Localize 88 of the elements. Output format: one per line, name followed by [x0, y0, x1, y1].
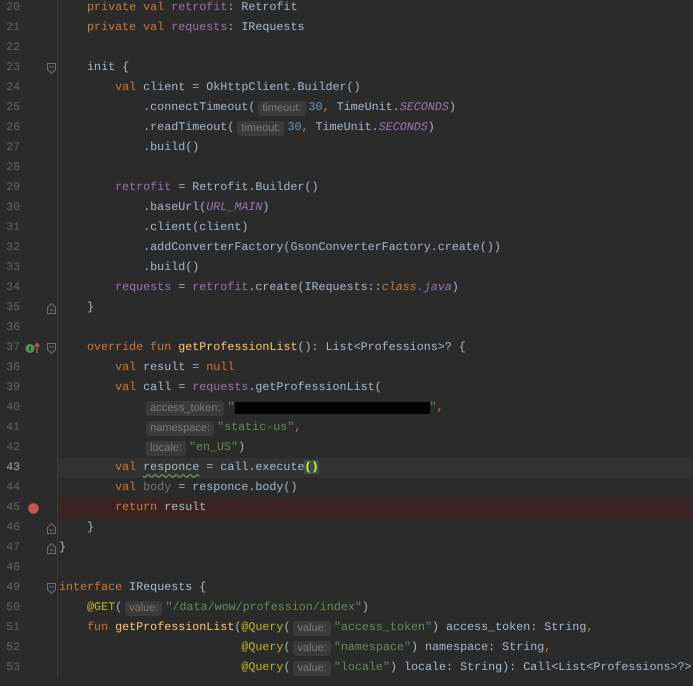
- code-text: "en_US"): [188, 439, 246, 456]
- line-number: 36: [5, 320, 20, 336]
- code-text: private val requests: IRequests: [87, 19, 304, 36]
- line-number: 26: [5, 120, 20, 136]
- parameter-hint: value:: [293, 640, 331, 656]
- breakpoint-icon[interactable]: [28, 502, 38, 514]
- code-text: .baseUrl(URL_MAIN): [143, 199, 270, 216]
- code-text: override fun getProfessionList(): List<Professions>? {: [87, 339, 466, 356]
- code-text: requests = retrofit.create(IRequests::class.java): [115, 279, 459, 296]
- line-number: 53: [5, 660, 20, 676]
- code-text: val result = null: [115, 359, 234, 376]
- code-text: ",: [430, 399, 444, 416]
- line-number: 31: [5, 220, 20, 236]
- code-text: val client = OkHttpClient.Builder(): [115, 79, 361, 96]
- line-number: 45: [5, 500, 20, 516]
- line-number: 43: [5, 460, 20, 476]
- code-text: "static-us",: [217, 419, 302, 436]
- line-number: 47: [5, 540, 20, 556]
- circle-arrow-icon[interactable]: [25, 342, 41, 354]
- code-text: retrofit = Retrofit.Builder(): [115, 179, 318, 196]
- fold-icon[interactable]: [47, 582, 56, 594]
- code-text: val responce = call.execute(): [115, 459, 319, 476]
- line-number: 46: [5, 520, 20, 536]
- code-text: "locale") locale: String): Call<List<Professions>?>: [334, 659, 692, 676]
- parameter-hint: timeout:: [258, 100, 306, 116]
- code-text: .build(): [143, 139, 200, 156]
- code-text: @GET(: [87, 599, 122, 616]
- code-text: private val retrofit: Retrofit: [87, 0, 298, 16]
- line-number: 44: [5, 480, 20, 496]
- line-number: 39: [5, 380, 20, 396]
- fold-icon[interactable]: [47, 522, 56, 534]
- line-number: 42: [5, 440, 20, 456]
- code-text: "namespace") namespace: String,: [334, 639, 552, 656]
- code-text: return result: [115, 499, 206, 516]
- line-number: 37: [5, 340, 20, 356]
- fold-icon[interactable]: [47, 302, 56, 314]
- line-number: 29: [5, 180, 20, 196]
- line-number: 50: [5, 600, 20, 616]
- line-number: 48: [5, 560, 20, 576]
- line-number: 28: [5, 160, 20, 176]
- line-number: 27: [5, 140, 20, 156]
- code-text: .readTimeout(: [143, 119, 234, 136]
- line-number: 25: [5, 100, 20, 116]
- parameter-hint: value:: [293, 620, 331, 636]
- code-text: }: [87, 519, 94, 536]
- code-text: .connectTimeout(: [143, 99, 256, 116]
- parameter-hint: value:: [125, 600, 162, 616]
- code-text: 30, TimeUnit.SECONDS): [308, 99, 456, 116]
- line-number: 21: [5, 20, 20, 36]
- line-number: 20: [5, 0, 20, 16]
- code-text: .client(client): [143, 219, 248, 236]
- code-text: fun getProfessionList(@Query(: [87, 619, 290, 636]
- code-text: val call = requests.getProfessionList(: [115, 379, 382, 396]
- code-text: .build(): [143, 259, 200, 276]
- parameter-hint: value:: [293, 660, 331, 676]
- line-number: 51: [5, 620, 20, 636]
- line-number: 38: [5, 360, 20, 376]
- code-text: "access_token") access_token: String,: [334, 619, 594, 636]
- line-number: 30: [5, 200, 20, 216]
- fold-icon[interactable]: [47, 62, 56, 74]
- code-text: init {: [87, 59, 130, 76]
- code-text: 30, TimeUnit.SECONDS): [287, 119, 435, 136]
- line-number: 32: [5, 240, 20, 256]
- line-number: 24: [5, 80, 20, 96]
- parameter-hint: access_token:: [146, 400, 224, 416]
- parameter-hint: locale:: [146, 440, 186, 456]
- line-number: 35: [5, 300, 20, 316]
- line-number: 40: [5, 400, 20, 416]
- fold-icon[interactable]: [47, 342, 56, 354]
- code-text: @Query(: [241, 639, 290, 656]
- line-number: 34: [5, 280, 20, 296]
- code-text: .addConverterFactory(GsonConverterFactory.create()): [143, 239, 501, 256]
- line-number: 49: [5, 580, 20, 596]
- fold-icon[interactable]: [47, 542, 56, 554]
- code-text: "/data/wow/profession/index"): [165, 599, 369, 616]
- code-text: val body = responce.body(): [115, 479, 298, 496]
- parameter-hint: timeout:: [237, 120, 284, 136]
- line-number: 41: [5, 420, 20, 436]
- code-text: @Query(: [241, 659, 290, 676]
- code-text: interface IRequests {: [59, 579, 206, 596]
- code-text: }: [59, 539, 66, 556]
- line-number: 33: [5, 260, 20, 276]
- code-text: ": [227, 399, 234, 416]
- line-number: 52: [5, 640, 20, 656]
- line-number: 22: [5, 40, 20, 56]
- line-number: 23: [5, 60, 20, 76]
- code-text: }: [87, 299, 94, 316]
- parameter-hint: namespace:: [146, 420, 214, 436]
